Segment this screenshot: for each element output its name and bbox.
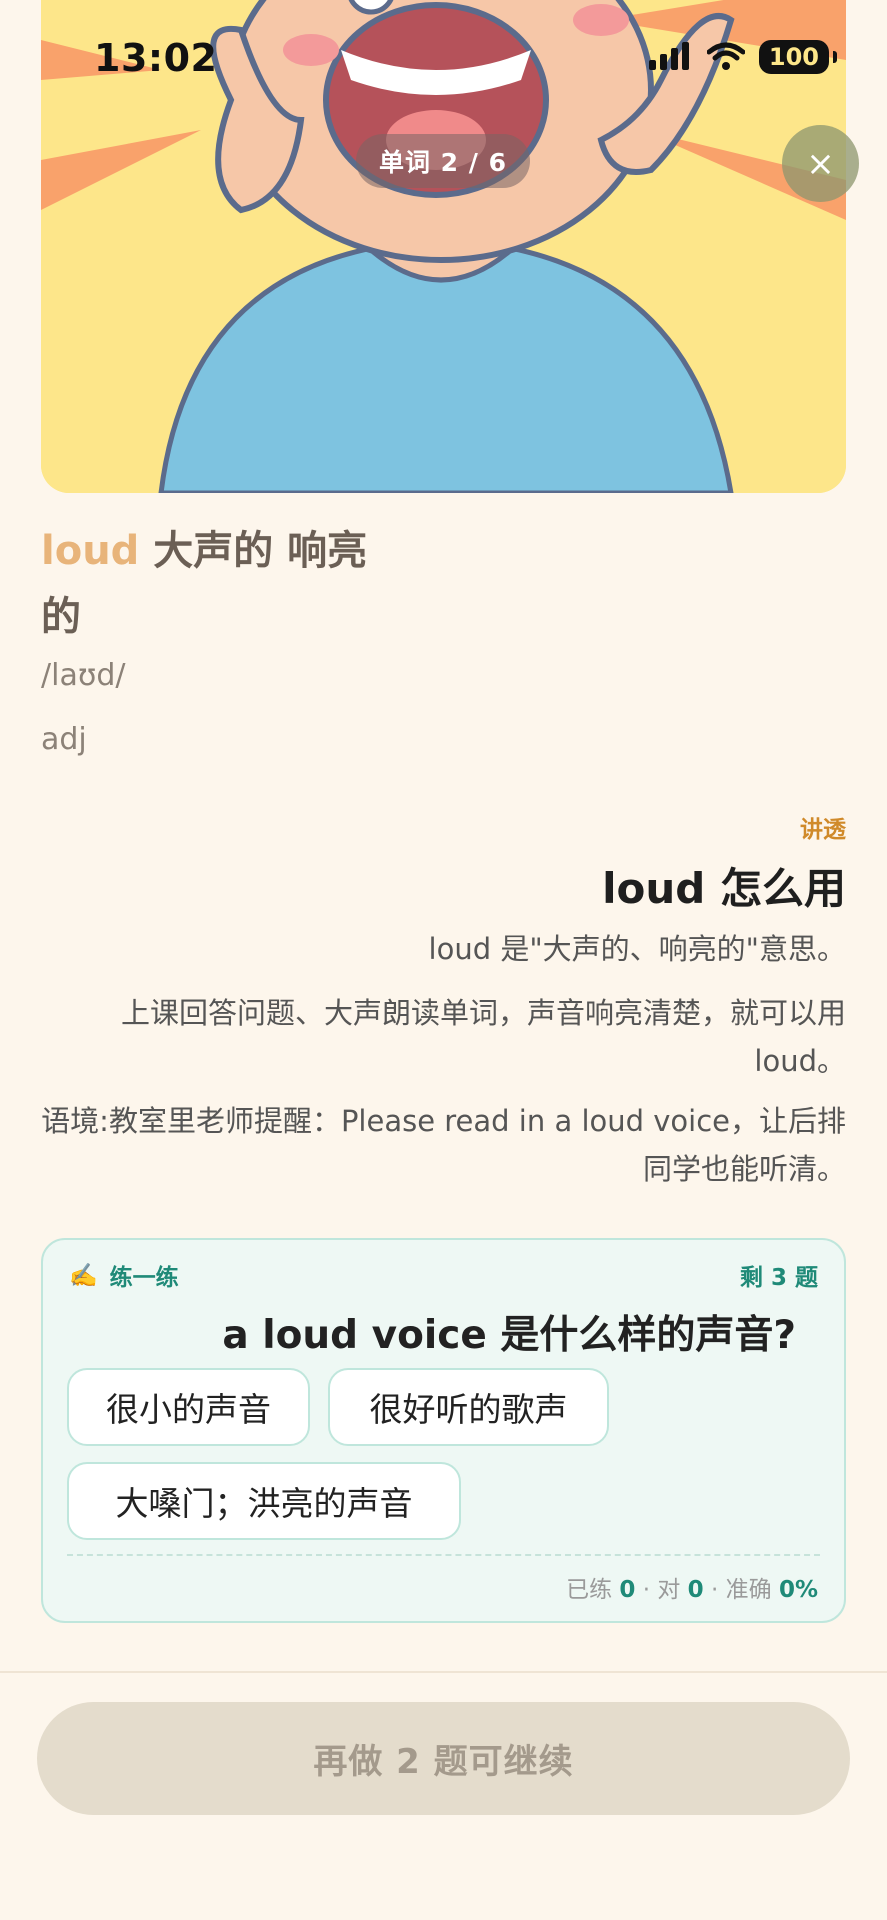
- explain-paragraph: 上课回答问题、大声朗读单词，声音响亮清楚，就可以用 loud。: [120, 996, 846, 1078]
- explain-tag: 讲透: [800, 817, 846, 843]
- divider: [67, 1554, 820, 1556]
- question-text: a loud voice 是什么样的声音?: [222, 1313, 796, 1358]
- stat-label: 已练: [566, 1577, 613, 1603]
- practice-title: 练一练: [109, 1265, 179, 1291]
- continue-button[interactable]: 再做 2 题可继续: [37, 1702, 850, 1815]
- answer-option[interactable]: 很小的声音: [67, 1368, 310, 1446]
- close-button[interactable]: ×: [782, 125, 859, 202]
- stat-correct: 0: [687, 1577, 704, 1603]
- practice-stats: 已练 0 · 对 0 · 准确 0%: [566, 1577, 818, 1603]
- explain-heading: loud 怎么用: [602, 864, 846, 913]
- word-phonetic: /laʊd/: [41, 658, 126, 693]
- signal-icon: [648, 42, 689, 70]
- wifi-icon: [706, 42, 745, 70]
- word-progress-pill: 单词 2 / 6: [356, 134, 530, 188]
- stat-accuracy: 0%: [778, 1577, 818, 1603]
- explain-paragraph: 语境:教室里老师提醒：Please read in a loud voice，让…: [41, 1104, 846, 1186]
- word-title: loud 大声的 响亮的: [41, 518, 381, 650]
- writing-hand-icon: ✍️: [69, 1262, 98, 1289]
- answer-option[interactable]: 很好听的歌声: [328, 1368, 609, 1446]
- practice-header: ✍️ 练一练: [69, 1258, 179, 1292]
- status-time: 13:02: [94, 36, 218, 80]
- explain-paragraph: loud 是"大声的、响亮的"意思。: [428, 932, 846, 966]
- status-icons: 100: [648, 40, 838, 74]
- stat-label: 对: [657, 1577, 681, 1603]
- answer-option[interactable]: 大嗓门；洪亮的声音: [67, 1462, 461, 1540]
- battery-icon: 100: [758, 40, 838, 74]
- remaining-count: 剩 3 题: [739, 1265, 818, 1291]
- word-part-of-speech: adj: [41, 722, 87, 757]
- word-english: loud: [41, 528, 140, 574]
- practice-card: ✍️ 练一练 剩 3 题 a loud voice 是什么样的声音? 很小的声音…: [41, 1238, 846, 1623]
- stat-practiced: 0: [619, 1577, 636, 1603]
- stat-label: 准确: [725, 1577, 772, 1603]
- footer-divider: [0, 1671, 887, 1673]
